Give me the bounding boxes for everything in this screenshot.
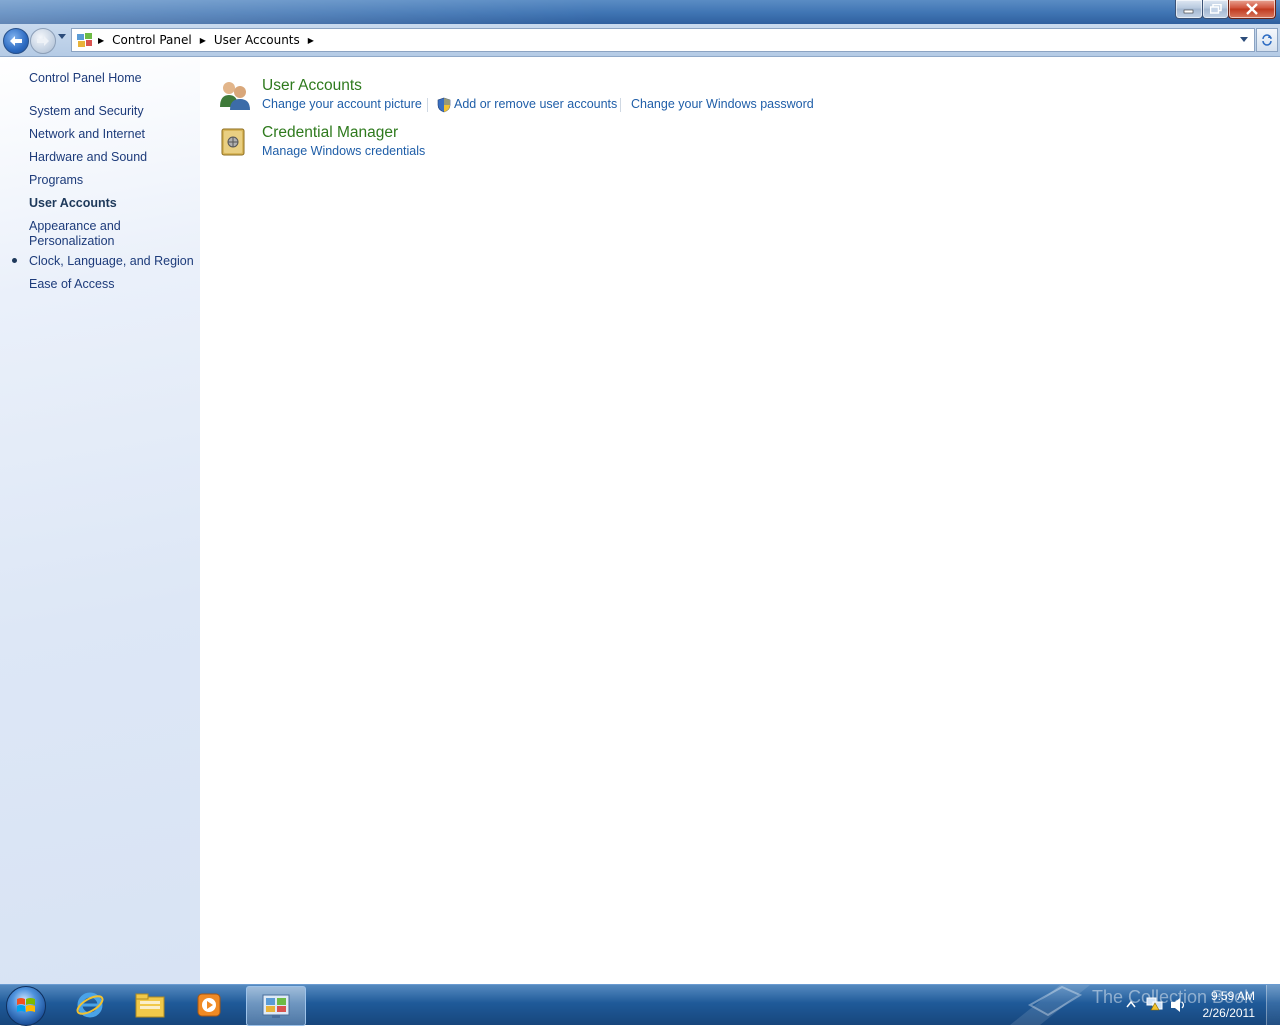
task-separator [620,98,621,112]
shield-icon [437,97,451,113]
users-icon[interactable] [218,79,252,111]
control-panel-home-link[interactable]: Control Panel Home [29,71,142,86]
back-button[interactable] [3,28,29,54]
windows-logo-icon [17,998,35,1012]
recent-pages-dropdown-icon[interactable] [58,34,66,40]
taskbar-internet-explorer[interactable] [62,987,118,1023]
category-title-credential-manager[interactable]: Credential Manager [262,124,398,142]
clock-time[interactable]: 9:59 AM [1211,989,1255,1003]
window-title-bar [0,0,1280,24]
task-manage-windows-credentials[interactable]: Manage Windows credentials [262,144,425,158]
nav-ease-of-access[interactable]: Ease of Access [29,277,114,292]
taskbar-control-panel[interactable] [246,986,306,1026]
nav-hardware-and-sound[interactable]: Hardware and Sound [29,150,147,165]
taskbar-media-player[interactable] [182,987,238,1023]
breadcrumb-control-panel[interactable]: Control Panel [112,33,192,47]
main-content: User Accounts Change your account pictur… [200,57,1280,984]
show-hidden-icons-icon[interactable] [1126,1000,1136,1008]
close-icon [1246,3,1258,15]
minimize-icon [1183,9,1194,14]
close-button[interactable] [1228,0,1276,19]
task-add-remove-user-accounts[interactable]: Add or remove user accounts [454,97,617,111]
refresh-icon [1262,34,1272,46]
control-panel-small-icon [77,33,92,47]
arrow-left-icon [10,36,22,46]
nav-appearance-and-personalization[interactable]: Appearance and Personalization [29,219,139,249]
internet-explorer-icon [76,992,104,1018]
task-change-windows-password[interactable]: Change your Windows password [631,97,814,111]
clock-date[interactable]: 2/26/2011 [1203,1006,1256,1020]
start-button[interactable] [6,986,46,1026]
current-item-bullet-icon [12,258,17,263]
left-navigation-pane: Control Panel Home System and Security N… [0,57,200,984]
nav-programs[interactable]: Programs [29,173,83,188]
media-player-icon [197,993,221,1017]
breadcrumb-separator-icon[interactable]: ▶ [98,36,104,45]
arrow-right-icon [37,36,49,46]
title-bar-glow [0,0,600,24]
breadcrumb-user-accounts[interactable]: User Accounts [214,33,300,47]
nav-network-and-internet[interactable]: Network and Internet [29,127,145,142]
breadcrumb-separator-icon[interactable]: ▶ [200,36,206,45]
show-desktop-button[interactable] [1266,985,1280,1025]
watermark-book-icon [1010,985,1090,1025]
nav-user-accounts[interactable]: User Accounts [29,196,117,211]
breadcrumb-separator-icon[interactable]: ▶ [308,36,314,45]
restore-icon [1209,4,1222,14]
taskbar-windows-explorer[interactable] [122,987,178,1023]
volume-icon[interactable] [1170,997,1188,1013]
task-separator [427,98,428,112]
forward-button[interactable] [30,28,56,54]
taskbar: The Collection Book 9:59 AM 2/26/2011 [0,984,1280,1026]
nav-system-and-security[interactable]: System and Security [29,104,144,119]
control-panel-icon [262,994,290,1018]
navigation-bar: ▶ Control Panel ▶ User Accounts ▶ [0,24,1280,57]
task-change-account-picture[interactable]: Change your account picture [262,97,422,111]
minimize-button[interactable] [1175,0,1203,19]
refresh-button[interactable] [1256,28,1278,52]
address-bar[interactable]: ▶ Control Panel ▶ User Accounts ▶ [71,28,1255,52]
category-title-user-accounts[interactable]: User Accounts [262,77,362,95]
chevron-down-icon[interactable] [1240,37,1248,43]
network-icon[interactable] [1146,996,1164,1012]
vault-icon[interactable] [220,127,248,159]
windows-explorer-icon [135,993,165,1018]
restore-button[interactable] [1202,0,1229,19]
nav-clock-language-region[interactable]: Clock, Language, and Region [29,254,194,269]
